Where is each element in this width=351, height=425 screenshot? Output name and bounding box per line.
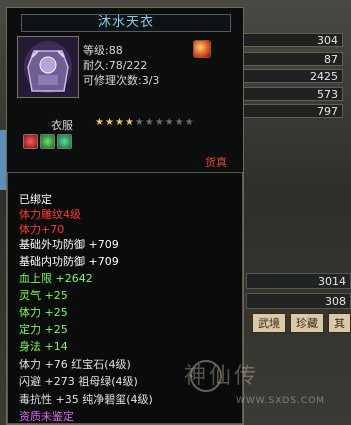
star-icon: ★ [114,117,125,128]
star-icon: ★ [95,117,105,128]
attr-line: 闪避 +273 祖母绿(4级) [19,375,138,388]
item-durability: 耐久:78/222 [83,59,148,72]
gem-slots [23,134,74,153]
attr-line: 灵气 +25 [19,289,68,302]
item-portrait [17,36,79,98]
star-rating: ★★★★★★★★★★ [95,117,195,128]
bg-stat-row: 797 [243,104,343,118]
attr-line: 定力 +25 [19,323,68,336]
attr-line: 体力 +76 红宝石(4级) [19,358,131,371]
bg-stat-row: 573 [243,87,343,101]
item-name: 沐水天衣 [21,14,231,32]
bg-stat-row: 304 [243,33,343,47]
item-type: 衣服 [51,119,73,132]
watermark-url: WWW.SXDS.COM [236,396,326,406]
authentic-badge: 货真 [205,156,227,169]
attr-line: 血上限 +2642 [19,272,93,285]
bg-stat-wide: 3014 [246,273,351,289]
attr-line: 基础内功防御 +709 [19,255,119,268]
star-icon: ★ [174,117,185,128]
ruby-gem-icon[interactable] [23,134,38,149]
tab-wujing[interactable]: 武境 [252,313,286,333]
bg-stat-row: 87 [243,52,343,66]
armor-icon [18,37,78,97]
tab-zhencang[interactable]: 珍藏 [290,313,324,333]
bg-stat-row: 2425 [243,69,343,83]
tourmaline-gem-icon[interactable] [57,134,72,149]
watermark-text: 神仙传 [184,364,260,389]
tab-other[interactable]: 其 [328,313,351,333]
item-repairs: 可修理次数:3/3 [83,74,160,87]
star-icon: ★ [184,117,195,128]
item-level: 等级:88 [83,44,123,57]
star-icon: ★ [154,117,165,128]
attr-line: 资质未鉴定 [19,410,74,423]
attr-line: 体力+70 [19,223,65,236]
attr-line: 基础外功防御 +709 [19,238,119,251]
attr-line: 体力 +25 [19,306,68,319]
attr-line: 身法 +14 [19,340,68,353]
star-icon: ★ [144,117,155,128]
star-icon: ★ [124,117,135,128]
star-icon: ★ [164,117,175,128]
bg-stat-wide: 308 [246,293,351,309]
attr-line: 体力雕纹4级 [19,208,81,221]
attr-line: 已绑定 [19,193,52,206]
fire-element-icon [193,40,211,58]
emerald-gem-icon[interactable] [40,134,55,149]
star-icon: ★ [134,117,145,128]
attr-line: 毒抗性 +35 纯净碧玺(4级) [19,393,153,406]
star-icon: ★ [104,117,115,128]
